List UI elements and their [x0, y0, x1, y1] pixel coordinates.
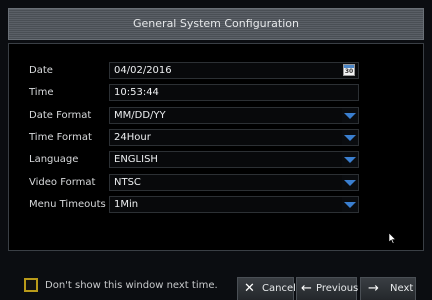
- date-format-value: MM/DD/YY: [114, 110, 166, 121]
- time-format-label: Time Format: [29, 132, 92, 143]
- video-format-value: NTSC: [114, 177, 141, 188]
- general-system-configuration-dialog: General System Configuration Date 04/02/…: [0, 0, 432, 300]
- window-title: General System Configuration: [133, 17, 299, 30]
- close-icon: ✕: [244, 281, 255, 296]
- cancel-button-label: Cancel: [262, 283, 296, 294]
- settings-panel: Date 04/02/2016 30 Time 10:53:44 Date Fo…: [8, 43, 424, 251]
- date-field[interactable]: 04/02/2016 30: [109, 62, 359, 79]
- language-row: Language ENGLISH: [29, 151, 359, 168]
- time-format-select[interactable]: 24Hour: [109, 129, 359, 146]
- next-button-label: Next: [390, 283, 414, 294]
- chevron-down-icon[interactable]: [342, 108, 358, 123]
- next-button[interactable]: → Next: [360, 277, 416, 300]
- footer-bar: Don't show this window next time. ✕ Canc…: [0, 262, 432, 300]
- cancel-button[interactable]: ✕ Cancel: [237, 277, 296, 300]
- arrow-right-icon: →: [368, 281, 379, 296]
- date-row: Date 04/02/2016 30: [29, 62, 359, 79]
- time-value: 10:53:44: [114, 87, 159, 98]
- video-format-label: Video Format: [29, 177, 96, 188]
- video-format-row: Video Format NTSC: [29, 174, 359, 191]
- chevron-down-icon[interactable]: [342, 130, 358, 145]
- time-format-value: 24Hour: [114, 132, 151, 143]
- dont-show-label: Don't show this window next time.: [45, 280, 218, 291]
- chevron-down-icon[interactable]: [342, 197, 358, 212]
- date-format-select[interactable]: MM/DD/YY: [109, 107, 359, 124]
- language-value: ENGLISH: [114, 154, 158, 165]
- arrow-left-icon: ←: [301, 281, 312, 296]
- date-label: Date: [29, 65, 53, 76]
- chevron-down-icon[interactable]: [342, 175, 358, 190]
- date-format-label: Date Format: [29, 110, 92, 121]
- language-label: Language: [29, 154, 79, 165]
- calendar-icon[interactable]: 30: [343, 64, 355, 76]
- time-label: Time: [29, 87, 54, 98]
- menu-timeouts-select[interactable]: 1Min: [109, 196, 359, 213]
- menu-timeouts-value: 1Min: [114, 199, 139, 210]
- dont-show-checkbox[interactable]: [24, 278, 38, 292]
- date-format-row: Date Format MM/DD/YY: [29, 107, 359, 124]
- previous-button-label: Previous: [316, 283, 359, 294]
- time-row: Time 10:53:44: [29, 84, 359, 101]
- chevron-down-icon[interactable]: [342, 152, 358, 167]
- date-value: 04/02/2016: [114, 65, 172, 76]
- menu-timeouts-label: Menu Timeouts: [29, 199, 106, 210]
- time-field[interactable]: 10:53:44: [109, 84, 359, 101]
- time-format-row: Time Format 24Hour: [29, 129, 359, 146]
- menu-timeouts-row: Menu Timeouts 1Min: [29, 196, 359, 213]
- previous-button[interactable]: ← Previous: [296, 277, 359, 300]
- title-bar: General System Configuration: [8, 8, 424, 40]
- language-select[interactable]: ENGLISH: [109, 151, 359, 168]
- video-format-select[interactable]: NTSC: [109, 174, 359, 191]
